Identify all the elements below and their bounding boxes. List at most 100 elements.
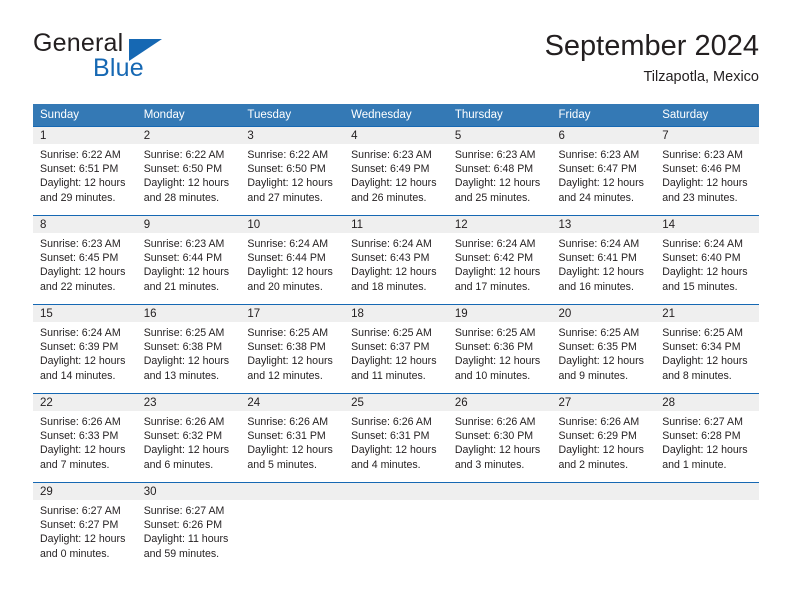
daylight-text-line2: and 59 minutes.	[143, 547, 220, 560]
calendar-day-cell[interactable]: 2 Sunrise: 6:22 AM Sunset: 6:50 PM Daylight…	[136, 126, 241, 216]
daylight-text-line2: and 17 minutes.	[454, 280, 531, 293]
daylight-text-line1: Daylight: 12 hours	[40, 533, 126, 546]
sunrise-text: Sunrise: 6:27 AM	[143, 505, 225, 517]
daylight-text-line2: and 2 minutes.	[558, 458, 629, 471]
day-number: 9	[136, 216, 241, 233]
sunrise-text: Sunrise: 6:25 AM	[454, 327, 536, 339]
calendar-day-cell[interactable]: 29 Sunrise: 6:27 AM Sunset: 6:27 PM Dayligh…	[33, 482, 137, 571]
day-number	[240, 483, 345, 500]
daylight-text-line1: Daylight: 12 hours	[40, 444, 126, 457]
sunset-text: Sunset: 6:44 PM	[143, 252, 223, 265]
sunrise-text: Sunrise: 6:23 AM	[143, 238, 225, 250]
calendar-week-row: 1 Sunrise: 6:22 AM Sunset: 6:51 PM Daylight…	[33, 126, 759, 216]
daylight-text-line2: and 27 minutes.	[247, 191, 323, 204]
daylight-text-line1: Daylight: 12 hours	[247, 177, 333, 190]
daylight-text-line2: and 4 minutes.	[351, 458, 421, 471]
calendar-day-cell[interactable]: 22 Sunrise: 6:26 AM Sunset: 6:33 PM Dayligh…	[33, 393, 137, 483]
day-number: 2	[136, 127, 241, 144]
daylight-text-line1: Daylight: 12 hours	[351, 177, 437, 190]
daylight-text-line2: and 10 minutes.	[454, 369, 531, 382]
sunrise-text: Sunrise: 6:27 AM	[662, 416, 743, 428]
sunset-text: Sunset: 6:50 PM	[143, 163, 223, 176]
calendar-day-cell-empty	[344, 482, 448, 571]
daylight-text-line1: Daylight: 12 hours	[558, 444, 644, 457]
calendar-day-cell[interactable]: 13 Sunrise: 6:24 AM Sunset: 6:41 PM Dayligh…	[551, 215, 656, 305]
calendar-day-cell[interactable]: 30 Sunrise: 6:27 AM Sunset: 6:26 PM Dayligh…	[136, 482, 241, 571]
calendar-day-cell[interactable]: 25 Sunrise: 6:26 AM Sunset: 6:31 PM Dayligh…	[344, 393, 448, 483]
brand-logo[interactable]: General Blue	[33, 28, 253, 88]
calendar-week-row: 29 Sunrise: 6:27 AM Sunset: 6:27 PM Dayligh…	[33, 482, 759, 571]
calendar-day-cell[interactable]: 11 Sunrise: 6:24 AM Sunset: 6:43 PM Dayligh…	[344, 215, 448, 305]
calendar-day-cell[interactable]: 5 Sunrise: 6:23 AM Sunset: 6:48 PM Daylight…	[447, 126, 552, 216]
daylight-text-line1: Daylight: 11 hours	[143, 533, 229, 546]
weekday-header-tuesday: Tuesday	[240, 104, 345, 127]
calendar-day-cell[interactable]: 17 Sunrise: 6:25 AM Sunset: 6:38 PM Dayligh…	[240, 304, 345, 394]
sunset-text: Sunset: 6:31 PM	[247, 430, 326, 443]
sunrise-text: Sunrise: 6:26 AM	[247, 416, 329, 428]
calendar-day-cell[interactable]: 9 Sunrise: 6:23 AM Sunset: 6:44 PM Daylight…	[136, 215, 241, 305]
calendar-day-cell[interactable]: 27 Sunrise: 6:26 AM Sunset: 6:29 PM Dayligh…	[551, 393, 656, 483]
daylight-text-line1: Daylight: 12 hours	[351, 266, 437, 279]
daylight-text-line1: Daylight: 12 hours	[454, 177, 541, 190]
sunset-text: Sunset: 6:32 PM	[143, 430, 223, 443]
daylight-text-line2: and 7 minutes.	[40, 458, 110, 471]
calendar-day-cell[interactable]: 23 Sunrise: 6:26 AM Sunset: 6:32 PM Dayligh…	[136, 393, 241, 483]
page-title: September 2024	[544, 30, 759, 62]
sunset-text: Sunset: 6:51 PM	[40, 163, 119, 176]
sunset-text: Sunset: 6:34 PM	[662, 341, 741, 354]
sunset-text: Sunset: 6:33 PM	[40, 430, 119, 443]
day-number: 16	[136, 305, 241, 322]
calendar-day-cell[interactable]: 18 Sunrise: 6:25 AM Sunset: 6:37 PM Dayligh…	[344, 304, 448, 394]
sunset-text: Sunset: 6:50 PM	[247, 163, 326, 176]
sunset-text: Sunset: 6:46 PM	[662, 163, 741, 176]
calendar-day-cell[interactable]: 28 Sunrise: 6:27 AM Sunset: 6:28 PM Dayligh…	[655, 393, 759, 483]
sunrise-text: Sunrise: 6:22 AM	[247, 149, 329, 161]
sunset-text: Sunset: 6:41 PM	[558, 252, 637, 265]
sunrise-text: Sunrise: 6:24 AM	[351, 238, 432, 250]
page-header: General Blue September 2024 Tilzapotla, …	[33, 28, 759, 90]
day-number: 15	[33, 305, 137, 322]
calendar-day-cell[interactable]: 1 Sunrise: 6:22 AM Sunset: 6:51 PM Daylight…	[33, 126, 137, 216]
calendar-day-cell[interactable]: 3 Sunrise: 6:22 AM Sunset: 6:50 PM Daylight…	[240, 126, 345, 216]
daylight-text-line2: and 8 minutes.	[662, 369, 732, 382]
daylight-text-line2: and 9 minutes.	[558, 369, 629, 382]
day-number: 12	[447, 216, 552, 233]
day-number: 20	[551, 305, 656, 322]
day-number: 17	[240, 305, 345, 322]
calendar-day-cell[interactable]: 12 Sunrise: 6:24 AM Sunset: 6:42 PM Dayligh…	[447, 215, 552, 305]
calendar-week-row: 8 Sunrise: 6:23 AM Sunset: 6:45 PM Daylight…	[33, 215, 759, 305]
calendar-day-cell[interactable]: 7 Sunrise: 6:23 AM Sunset: 6:46 PM Daylight…	[655, 126, 759, 216]
sunset-text: Sunset: 6:43 PM	[351, 252, 430, 265]
daylight-text-line2: and 28 minutes.	[143, 191, 220, 204]
calendar-day-cell[interactable]: 21 Sunrise: 6:25 AM Sunset: 6:34 PM Dayligh…	[655, 304, 759, 394]
calendar-day-cell[interactable]: 26 Sunrise: 6:26 AM Sunset: 6:30 PM Dayligh…	[447, 393, 552, 483]
calendar-day-cell[interactable]: 15 Sunrise: 6:24 AM Sunset: 6:39 PM Dayligh…	[33, 304, 137, 394]
sunrise-text: Sunrise: 6:26 AM	[143, 416, 225, 428]
day-number: 1	[33, 127, 137, 144]
daylight-text-line1: Daylight: 12 hours	[454, 444, 541, 457]
sunset-text: Sunset: 6:30 PM	[454, 430, 534, 443]
daylight-text-line2: and 22 minutes.	[40, 280, 116, 293]
day-number	[344, 483, 448, 500]
day-number: 24	[240, 394, 345, 411]
calendar-day-cell[interactable]: 10 Sunrise: 6:24 AM Sunset: 6:44 PM Dayligh…	[240, 215, 345, 305]
daylight-text-line1: Daylight: 12 hours	[143, 355, 230, 368]
page-subtitle: Tilzapotla, Mexico	[643, 69, 759, 85]
calendar-day-cell[interactable]: 19 Sunrise: 6:25 AM Sunset: 6:36 PM Dayligh…	[447, 304, 552, 394]
sunrise-text: Sunrise: 6:22 AM	[143, 149, 225, 161]
calendar-day-cell[interactable]: 24 Sunrise: 6:26 AM Sunset: 6:31 PM Dayligh…	[240, 393, 345, 483]
daylight-text-line1: Daylight: 12 hours	[662, 177, 748, 190]
calendar-day-cell[interactable]: 8 Sunrise: 6:23 AM Sunset: 6:45 PM Daylight…	[33, 215, 137, 305]
day-number	[447, 483, 552, 500]
daylight-text-line1: Daylight: 12 hours	[143, 177, 230, 190]
calendar-day-cell-empty	[447, 482, 552, 571]
calendar-day-cell[interactable]: 14 Sunrise: 6:24 AM Sunset: 6:40 PM Dayligh…	[655, 215, 759, 305]
sunset-text: Sunset: 6:31 PM	[351, 430, 430, 443]
calendar-day-cell[interactable]: 4 Sunrise: 6:23 AM Sunset: 6:49 PM Daylight…	[344, 126, 448, 216]
day-number	[655, 483, 759, 500]
sunrise-text: Sunrise: 6:25 AM	[143, 327, 225, 339]
calendar-day-cell[interactable]: 16 Sunrise: 6:25 AM Sunset: 6:38 PM Dayligh…	[136, 304, 241, 394]
calendar-day-cell[interactable]: 20 Sunrise: 6:25 AM Sunset: 6:35 PM Dayligh…	[551, 304, 656, 394]
calendar-day-cell[interactable]: 6 Sunrise: 6:23 AM Sunset: 6:47 PM Daylight…	[551, 126, 656, 216]
daylight-text-line2: and 15 minutes.	[662, 280, 738, 293]
